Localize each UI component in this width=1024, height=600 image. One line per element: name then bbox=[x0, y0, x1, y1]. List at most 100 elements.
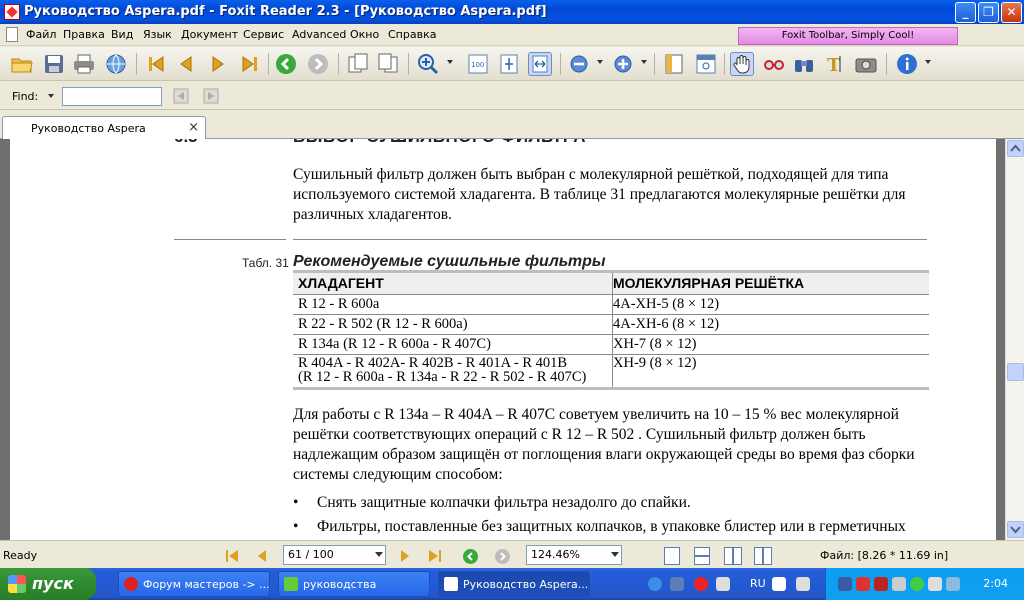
web-globe-icon[interactable] bbox=[104, 52, 128, 76]
previous-page-icon[interactable] bbox=[174, 52, 198, 76]
opera-quicklaunch-icon[interactable] bbox=[694, 577, 708, 591]
hand-tool-icon[interactable] bbox=[730, 52, 754, 76]
fit-width-icon[interactable] bbox=[528, 52, 552, 76]
snapshot-view-icon[interactable] bbox=[694, 52, 718, 76]
close-button[interactable]: ✕ bbox=[1001, 2, 1022, 23]
print-icon[interactable] bbox=[72, 52, 96, 76]
tray-monitor-icon[interactable] bbox=[928, 577, 942, 591]
tray-mouse-icon[interactable] bbox=[838, 577, 852, 591]
document-view[interactable]: 6.5 ВЫБОР СУШИЛЬНОГО ФИЛЬТРА Сушильный ф… bbox=[0, 139, 1005, 540]
glasses-icon[interactable] bbox=[762, 52, 786, 76]
document-tab-strip: Руководство Aspera × bbox=[0, 111, 1024, 140]
continuous-page-icon[interactable] bbox=[694, 547, 710, 565]
forward-icon[interactable] bbox=[306, 52, 330, 76]
rotate-left-icon[interactable] bbox=[346, 52, 370, 76]
bookmark-panel-icon[interactable] bbox=[662, 52, 686, 76]
minimize-button[interactable]: _ bbox=[955, 2, 976, 23]
save-icon[interactable] bbox=[42, 52, 66, 76]
zoom-field[interactable]: 124.46% bbox=[526, 545, 622, 565]
status-last-page-icon[interactable] bbox=[426, 547, 444, 565]
taskbar-item-foxit[interactable]: Руководство Aspera... bbox=[438, 571, 590, 597]
actual-size-icon[interactable]: 100 bbox=[466, 52, 490, 76]
menu-help[interactable]: Справка bbox=[388, 28, 436, 41]
maximize-button[interactable]: ❐ bbox=[978, 2, 999, 23]
opera-icon bbox=[124, 577, 138, 591]
divider bbox=[293, 239, 927, 240]
foxit-toolbar-banner[interactable]: Foxit Toolbar, Simply Cool! bbox=[738, 27, 958, 45]
zoom-in-icon[interactable] bbox=[611, 52, 635, 76]
foxit-task-icon bbox=[444, 577, 458, 591]
menu-view[interactable]: Вид bbox=[111, 28, 133, 41]
scroll-down-icon[interactable] bbox=[1007, 521, 1024, 538]
clock[interactable]: 2:04 bbox=[983, 577, 1008, 590]
rotate-right-icon[interactable] bbox=[376, 52, 400, 76]
language-indicator[interactable]: RU bbox=[750, 577, 766, 590]
last-page-icon[interactable] bbox=[238, 52, 262, 76]
single-page-icon[interactable] bbox=[664, 547, 680, 565]
show-desktop-icon[interactable] bbox=[670, 577, 684, 591]
intro-line: Сушильный фильтр должен быть выбран с мо… bbox=[293, 166, 889, 183]
foxit-app-icon[interactable] bbox=[4, 4, 20, 20]
status-next-page-icon[interactable] bbox=[396, 547, 414, 565]
page-dropdown-icon[interactable] bbox=[375, 552, 383, 557]
taskbar-item-forum[interactable]: Форум мастеров -> ... bbox=[118, 571, 270, 597]
tray-display-icon[interactable] bbox=[946, 577, 960, 591]
facing-pages-icon[interactable] bbox=[724, 547, 742, 565]
first-page-icon[interactable] bbox=[144, 52, 168, 76]
find-next-icon[interactable] bbox=[202, 87, 220, 105]
menu-window[interactable]: Окно bbox=[350, 28, 379, 41]
text-select-icon[interactable]: T bbox=[823, 52, 847, 76]
status-back-icon[interactable] bbox=[462, 548, 479, 565]
zoom-out-dropdown-icon[interactable] bbox=[597, 60, 603, 64]
menu-document[interactable]: Документ bbox=[181, 28, 238, 41]
info-dropdown-icon[interactable] bbox=[925, 60, 931, 64]
status-forward-icon[interactable] bbox=[494, 548, 511, 565]
quicklaunch-icon[interactable] bbox=[716, 577, 730, 591]
input-method-icon[interactable] bbox=[796, 577, 810, 591]
ie-icon[interactable] bbox=[648, 577, 662, 591]
scroll-up-icon[interactable] bbox=[1007, 140, 1024, 157]
fit-page-icon[interactable] bbox=[497, 52, 521, 76]
continuous-facing-icon[interactable] bbox=[754, 547, 772, 565]
open-folder-icon[interactable] bbox=[10, 52, 34, 76]
menu-edit[interactable]: Правка bbox=[63, 28, 105, 41]
tray-antivirus-icon[interactable] bbox=[856, 577, 870, 591]
menu-file[interactable]: Файл bbox=[26, 28, 56, 41]
tab-close-icon[interactable]: × bbox=[188, 120, 199, 135]
back-icon[interactable] bbox=[274, 52, 298, 76]
status-first-page-icon[interactable] bbox=[223, 547, 241, 565]
info-icon[interactable] bbox=[895, 52, 919, 76]
find-previous-icon[interactable] bbox=[172, 87, 190, 105]
divider bbox=[174, 239, 286, 240]
taskbar: пуск Форум мастеров -> ... руководства Р… bbox=[0, 568, 1024, 600]
menu-advanced[interactable]: Advanced bbox=[292, 28, 346, 41]
next-page-icon[interactable] bbox=[206, 52, 230, 76]
find-input[interactable] bbox=[62, 87, 162, 106]
taskbar-item-folder[interactable]: руководства bbox=[278, 571, 430, 597]
zoom-dropdown-icon[interactable] bbox=[611, 552, 619, 557]
document-icon[interactable] bbox=[6, 27, 18, 42]
zoom-in-dropdown-icon[interactable] bbox=[641, 60, 647, 64]
zoom-out-icon[interactable] bbox=[567, 52, 591, 76]
start-button[interactable]: пуск bbox=[0, 568, 96, 600]
menu-language[interactable]: Язык bbox=[143, 28, 172, 41]
zoom-in-tool-icon[interactable] bbox=[416, 52, 440, 76]
find-options-dropdown-icon[interactable] bbox=[48, 94, 54, 98]
tray-status-icon[interactable] bbox=[910, 577, 924, 591]
camera-icon[interactable] bbox=[854, 52, 878, 76]
page-number-field[interactable]: 61 / 100 bbox=[283, 545, 386, 565]
tray-volume-icon[interactable] bbox=[892, 577, 906, 591]
status-previous-page-icon[interactable] bbox=[253, 547, 271, 565]
help-icon[interactable] bbox=[772, 577, 786, 591]
scroll-thumb[interactable] bbox=[1007, 363, 1024, 381]
document-tab[interactable]: Руководство Aspera × bbox=[2, 116, 206, 140]
intro-line: различных хладагентов. bbox=[293, 206, 452, 223]
menu-tools[interactable]: Сервис bbox=[243, 28, 284, 41]
zoom-dropdown-icon[interactable] bbox=[447, 60, 453, 64]
tray-network-icon[interactable] bbox=[874, 577, 888, 591]
bullet-text: Фильтры, поставленные без защитных колпа… bbox=[317, 518, 906, 535]
cell-refrigerant: R 12 - R 600a bbox=[298, 296, 380, 312]
binoculars-icon[interactable] bbox=[792, 52, 816, 76]
title-bar[interactable]: Руководство Aspera.pdf - Foxit Reader 2.… bbox=[0, 0, 1024, 24]
vertical-scrollbar[interactable] bbox=[1005, 139, 1024, 540]
